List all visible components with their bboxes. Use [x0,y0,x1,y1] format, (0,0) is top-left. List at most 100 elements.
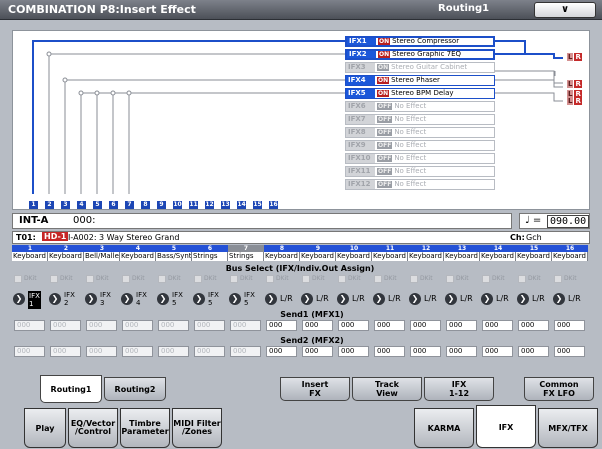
dkit-checkbox[interactable]: DKit [338,273,372,284]
popup-arrow-icon[interactable]: ❯ [121,293,133,305]
send1-field[interactable]: 000 [482,320,513,331]
popup-arrow-icon[interactable]: ❯ [193,293,205,305]
send1-field[interactable]: 000 [374,320,405,331]
timbre-number[interactable]: 6 [192,245,228,252]
send1-field[interactable]: 000 [446,320,477,331]
send1-field[interactable]: 000 [14,320,45,331]
timbre-number[interactable]: 2 [48,245,84,252]
send2-field[interactable]: 000 [194,346,225,357]
send1-field[interactable]: 000 [86,320,117,331]
bus-select[interactable]: ❯ L/R [301,288,337,310]
send2-field[interactable]: 000 [518,346,549,357]
bus-select[interactable]: ❯ L/R [517,288,553,310]
popup-arrow-icon[interactable]: ❯ [229,293,241,305]
timbre-number[interactable]: 5 [156,245,192,252]
dkit-checkbox[interactable]: DKit [374,273,408,284]
send1-field[interactable]: 000 [194,320,225,331]
dkit-checkbox[interactable]: DKit [158,273,192,284]
send2-field[interactable]: 000 [482,346,513,357]
popup-arrow-icon[interactable]: ❯ [445,293,457,305]
send2-field[interactable]: 000 [50,346,81,357]
dkit-checkbox[interactable]: DKit [518,273,552,284]
tab-routing2[interactable]: Routing2 [104,377,166,401]
ifx-switch[interactable]: OFF [377,103,393,110]
timbre-number[interactable]: 1 [12,245,48,252]
bus-select[interactable]: ❯ L/R [553,288,589,310]
send1-field[interactable]: 000 [302,320,333,331]
ifx-switch[interactable]: OFF [377,181,393,188]
program-select[interactable]: INT-A 000: [12,213,512,229]
main-tab-timbre-parameter[interactable]: Timbre Parameter [120,408,170,448]
dkit-checkbox[interactable]: DKit [14,273,48,284]
bus-select[interactable]: ❯ IFX 2 [49,288,85,310]
send1-field[interactable]: 000 [266,320,297,331]
send1-field[interactable]: 000 [410,320,441,331]
send2-field[interactable]: 000 [338,346,369,357]
timbre-number[interactable]: 3 [84,245,120,252]
send2-field[interactable]: 000 [86,346,117,357]
popup-arrow-icon[interactable]: ❯ [85,293,97,305]
dkit-checkbox[interactable]: DKit [86,273,120,284]
ifx3-slot[interactable]: IFX3 ON Stereo Guitar Cabinet [345,62,495,73]
popup-arrow-icon[interactable]: ❯ [337,293,349,305]
popup-arrow-icon[interactable]: ❯ [373,293,385,305]
send2-field[interactable]: 000 [446,346,477,357]
tempo-value[interactable]: 090.00 [547,215,590,228]
send2-field[interactable]: 000 [266,346,297,357]
timbre-number[interactable]: 7 [228,245,264,252]
send1-field[interactable]: 000 [518,320,549,331]
ifx-switch[interactable]: OFF [377,168,393,175]
bus-select[interactable]: ❯ IFX 5 [157,288,193,310]
timbre-number[interactable]: 13 [444,245,480,252]
send1-field[interactable]: 000 [230,320,261,331]
send1-field[interactable]: 000 [50,320,81,331]
main-tab-eq-vector-control[interactable]: EQ/Vector/Control [68,408,118,448]
ifx-switch[interactable]: ON [377,77,390,84]
timbre-number[interactable]: 15 [516,245,552,252]
ifx6-slot[interactable]: IFX6 OFF No Effect [345,101,495,112]
send2-field[interactable]: 000 [410,346,441,357]
ifx4-slot[interactable]: IFX4 ON Stereo Phaser [345,75,495,86]
dkit-checkbox[interactable]: DKit [410,273,444,284]
send1-field[interactable]: 000 [158,320,189,331]
ifx12-slot[interactable]: IFX12 OFF No Effect [345,179,495,190]
timbre-number[interactable]: 16 [552,245,588,252]
send2-field[interactable]: 000 [14,346,45,357]
timbre-number[interactable]: 9 [300,245,336,252]
tab-insert-fx[interactable]: Insert FX [280,377,350,401]
ifx5-slot[interactable]: IFX5 ON Stereo BPM Delay [345,88,495,99]
send2-field[interactable]: 000 [122,346,153,357]
bus-select[interactable]: ❯ IFX 1 [13,288,49,310]
bus-select[interactable]: ❯ IFX 5 [193,288,229,310]
bus-select[interactable]: ❯ L/R [373,288,409,310]
page-menu-button[interactable]: ∨ [534,2,596,18]
timbre-number[interactable]: 10 [336,245,372,252]
timbre-number[interactable]: 12 [408,245,444,252]
popup-arrow-icon[interactable]: ❯ [13,293,25,305]
send1-field[interactable]: 000 [122,320,153,331]
tab-track-view[interactable]: Track View [352,377,422,401]
popup-arrow-icon[interactable]: ❯ [517,293,529,305]
popup-arrow-icon[interactable]: ❯ [49,293,61,305]
ifx1-slot[interactable]: IFX1 ON Stereo Compressor [345,36,495,47]
main-tab-play[interactable]: Play [24,408,66,448]
ifx-switch[interactable]: OFF [377,142,393,149]
tab-common-fx-lfo[interactable]: Common FX LFO [524,377,594,401]
send2-field[interactable]: 000 [158,346,189,357]
bus-select[interactable]: ❯ IFX 5 [229,288,265,310]
send2-field[interactable]: 000 [302,346,333,357]
bus-select[interactable]: ❯ L/R [265,288,301,310]
tab-ifx-1-12[interactable]: IFX 1-12 [424,377,494,401]
ifx-switch[interactable]: ON [377,90,390,97]
popup-arrow-icon[interactable]: ❯ [157,293,169,305]
ifx7-slot[interactable]: IFX7 OFF No Effect [345,114,495,125]
popup-arrow-icon[interactable]: ❯ [553,293,565,305]
send2-field[interactable]: 000 [230,346,261,357]
ifx-switch[interactable]: ON [378,38,391,45]
timbre-number[interactable]: 4 [120,245,156,252]
dkit-checkbox[interactable]: DKit [446,273,480,284]
dkit-checkbox[interactable]: DKit [50,273,84,284]
dkit-checkbox[interactable]: DKit [266,273,300,284]
dkit-checkbox[interactable]: DKit [194,273,228,284]
bus-select[interactable]: ❯ L/R [337,288,373,310]
